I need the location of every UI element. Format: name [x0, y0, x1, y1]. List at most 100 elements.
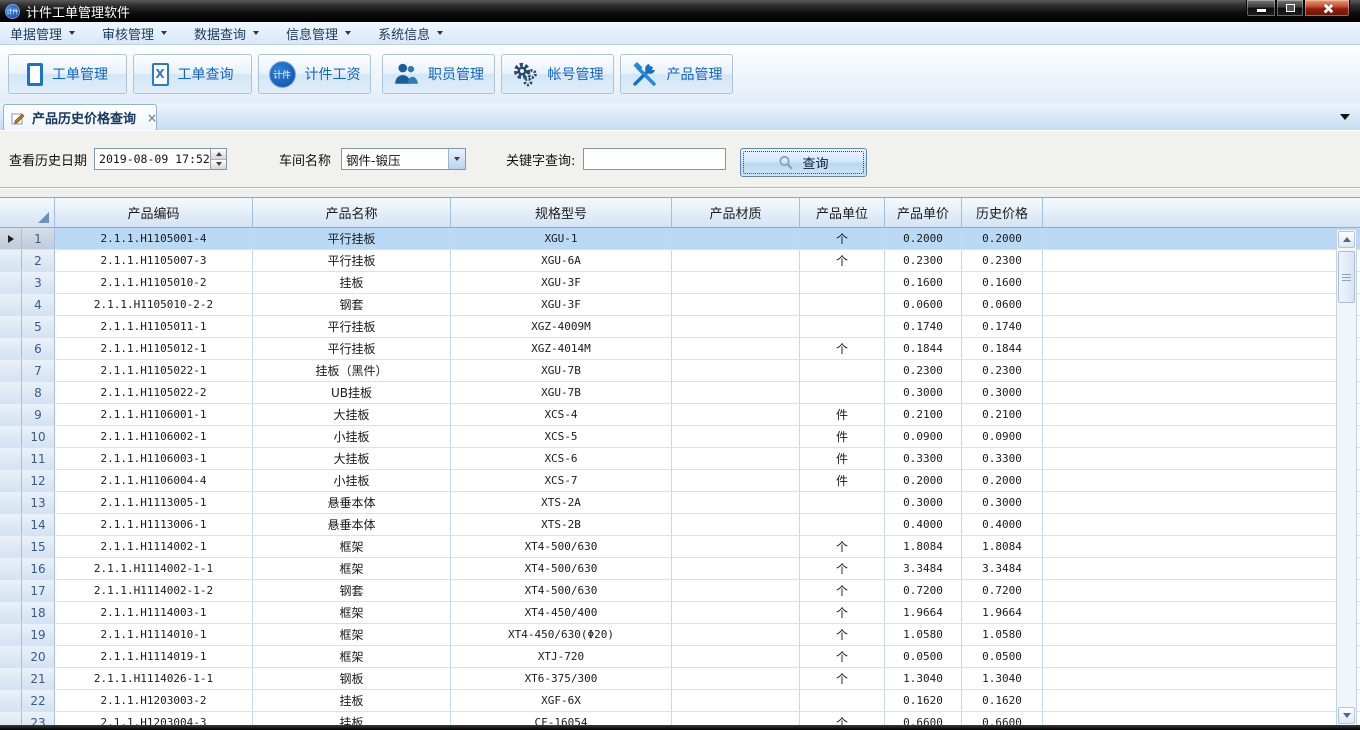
cell-product-name[interactable]: 悬垂本体 [253, 492, 451, 513]
cell-product-code[interactable]: 2.1.1.H1113006-1 [55, 514, 253, 535]
cell-unit[interactable]: 件 [800, 426, 885, 447]
cell-material[interactable] [672, 492, 800, 513]
cell-product-name[interactable]: 框架 [253, 558, 451, 579]
cell-material[interactable] [672, 360, 800, 381]
cell-unit-price[interactable]: 1.0580 [885, 624, 962, 645]
tab-overflow-chevron-icon[interactable] [1340, 114, 1350, 120]
history-date-value[interactable]: 2019-08-09 17:52:58 [95, 149, 210, 169]
cell-product-code[interactable]: 2.1.1.H1114019-1 [55, 646, 253, 667]
cell-history-price[interactable]: 0.1740 [962, 316, 1043, 337]
row-number-cell[interactable]: 3 [22, 272, 55, 293]
column-header-product-code[interactable]: 产品编码 [55, 198, 253, 227]
row-number-cell[interactable]: 21 [22, 668, 55, 689]
row-number-cell[interactable]: 13 [22, 492, 55, 513]
row-indicator-cell[interactable] [0, 712, 22, 726]
cell-spec-model[interactable]: XGU-3F [451, 294, 672, 315]
cell-filler[interactable] [1043, 624, 1360, 645]
cell-product-name[interactable]: 框架 [253, 624, 451, 645]
menu-item-audit[interactable]: 审核管理 [102, 24, 167, 43]
cell-product-name[interactable]: 框架 [253, 646, 451, 667]
cell-history-price[interactable]: 0.3000 [962, 492, 1043, 513]
cell-material[interactable] [672, 624, 800, 645]
cell-product-name[interactable]: 框架 [253, 536, 451, 557]
cell-unit[interactable]: 个 [800, 646, 885, 667]
product-manage-button[interactable]: 产品管理 [620, 54, 733, 94]
cell-product-code[interactable]: 2.1.1.H1114026-1-1 [55, 668, 253, 689]
cell-unit-price[interactable]: 0.1740 [885, 316, 962, 337]
cell-material[interactable] [672, 690, 800, 711]
table-row[interactable]: 12.1.1.H1105001-4平行挂板XGU-1个0.20000.2000 [0, 228, 1360, 250]
table-row[interactable]: 72.1.1.H1105022-1挂板（黑件）XGU-7B0.23000.230… [0, 360, 1360, 382]
cell-spec-model[interactable]: XGU-7B [451, 360, 672, 381]
table-row[interactable]: 122.1.1.H1106004-4小挂板XCS-7件0.20000.2000 [0, 470, 1360, 492]
cell-product-name[interactable]: 钢套 [253, 294, 451, 315]
cell-product-code[interactable]: 2.1.1.H1105010-2-2 [55, 294, 253, 315]
cell-material[interactable] [672, 228, 800, 249]
table-row[interactable]: 182.1.1.H1114003-1框架XT4-450/400个1.96641.… [0, 602, 1360, 624]
cell-product-code[interactable]: 2.1.1.H1106002-1 [55, 426, 253, 447]
scroll-up-button[interactable] [1338, 231, 1355, 248]
row-number-cell[interactable]: 20 [22, 646, 55, 667]
cell-unit[interactable]: 个 [800, 624, 885, 645]
cell-history-price[interactable]: 1.0580 [962, 624, 1043, 645]
row-number-cell[interactable]: 6 [22, 338, 55, 359]
cell-spec-model[interactable]: XT4-450/630(Φ20) [451, 624, 672, 645]
cell-material[interactable] [672, 602, 800, 623]
cell-product-code[interactable]: 2.1.1.H1105007-3 [55, 250, 253, 271]
cell-unit[interactable]: 个 [800, 668, 885, 689]
row-number-cell[interactable]: 16 [22, 558, 55, 579]
cell-unit[interactable] [800, 360, 885, 381]
cell-product-code[interactable]: 2.1.1.H1114002-1-1 [55, 558, 253, 579]
cell-history-price[interactable]: 0.1844 [962, 338, 1043, 359]
cell-material[interactable] [672, 470, 800, 491]
scrollbar-thumb[interactable] [1338, 251, 1355, 303]
minimize-button[interactable] [1246, 0, 1276, 17]
column-header-unit[interactable]: 产品单位 [800, 198, 885, 227]
cell-material[interactable] [672, 294, 800, 315]
search-button[interactable]: 查询 [740, 148, 867, 177]
cell-filler[interactable] [1043, 514, 1360, 535]
cell-product-name[interactable]: 平行挂板 [253, 316, 451, 337]
table-row[interactable]: 192.1.1.H1114010-1框架XT4-450/630(Φ20)个1.0… [0, 624, 1360, 646]
row-number-cell[interactable]: 4 [22, 294, 55, 315]
cell-material[interactable] [672, 646, 800, 667]
cell-spec-model[interactable]: XT4-500/630 [451, 580, 672, 601]
cell-unit[interactable]: 个 [800, 250, 885, 271]
row-number-cell[interactable]: 5 [22, 316, 55, 337]
row-indicator-cell[interactable] [0, 690, 22, 711]
cell-material[interactable] [672, 250, 800, 271]
row-indicator-cell[interactable] [0, 272, 22, 293]
cell-filler[interactable] [1043, 646, 1360, 667]
table-row[interactable]: 212.1.1.H1114026-1-1钢板XT6-375/300个1.3040… [0, 668, 1360, 690]
cell-product-name[interactable]: 钢板 [253, 668, 451, 689]
table-row[interactable]: 22.1.1.H1105007-3平行挂板XGU-6A个0.23000.2300 [0, 250, 1360, 272]
row-indicator-cell[interactable] [0, 646, 22, 667]
cell-material[interactable] [672, 580, 800, 601]
table-row[interactable]: 62.1.1.H1105012-1平行挂板XGZ-4014M个0.18440.1… [0, 338, 1360, 360]
row-number-cell[interactable]: 14 [22, 514, 55, 535]
row-indicator-cell[interactable] [0, 250, 22, 271]
row-number-cell[interactable]: 15 [22, 536, 55, 557]
cell-unit[interactable] [800, 294, 885, 315]
cell-spec-model[interactable]: XGZ-4009M [451, 316, 672, 337]
cell-product-name[interactable]: 挂板 [253, 272, 451, 293]
cell-product-name[interactable]: 小挂板 [253, 426, 451, 447]
cell-filler[interactable] [1043, 294, 1360, 315]
row-number-cell[interactable]: 18 [22, 602, 55, 623]
select-all-corner[interactable] [0, 198, 55, 227]
cell-unit[interactable] [800, 316, 885, 337]
table-row[interactable]: 132.1.1.H1113005-1悬垂本体XTS-2A0.30000.3000 [0, 492, 1360, 514]
row-number-cell[interactable]: 10 [22, 426, 55, 447]
cell-history-price[interactable]: 0.0900 [962, 426, 1043, 447]
row-indicator-cell[interactable] [0, 338, 22, 359]
cell-spec-model[interactable]: XT4-500/630 [451, 536, 672, 557]
cell-material[interactable] [672, 316, 800, 337]
cell-product-code[interactable]: 2.1.1.H1114010-1 [55, 624, 253, 645]
cell-unit[interactable] [800, 382, 885, 403]
cell-unit-price[interactable]: 0.2000 [885, 470, 962, 491]
cell-product-name[interactable]: 平行挂板 [253, 338, 451, 359]
cell-product-name[interactable]: 小挂板 [253, 470, 451, 491]
column-header-history-price[interactable]: 历史价格 [962, 198, 1043, 227]
menu-item-info[interactable]: 信息管理 [286, 24, 351, 43]
cell-filler[interactable] [1043, 316, 1360, 337]
